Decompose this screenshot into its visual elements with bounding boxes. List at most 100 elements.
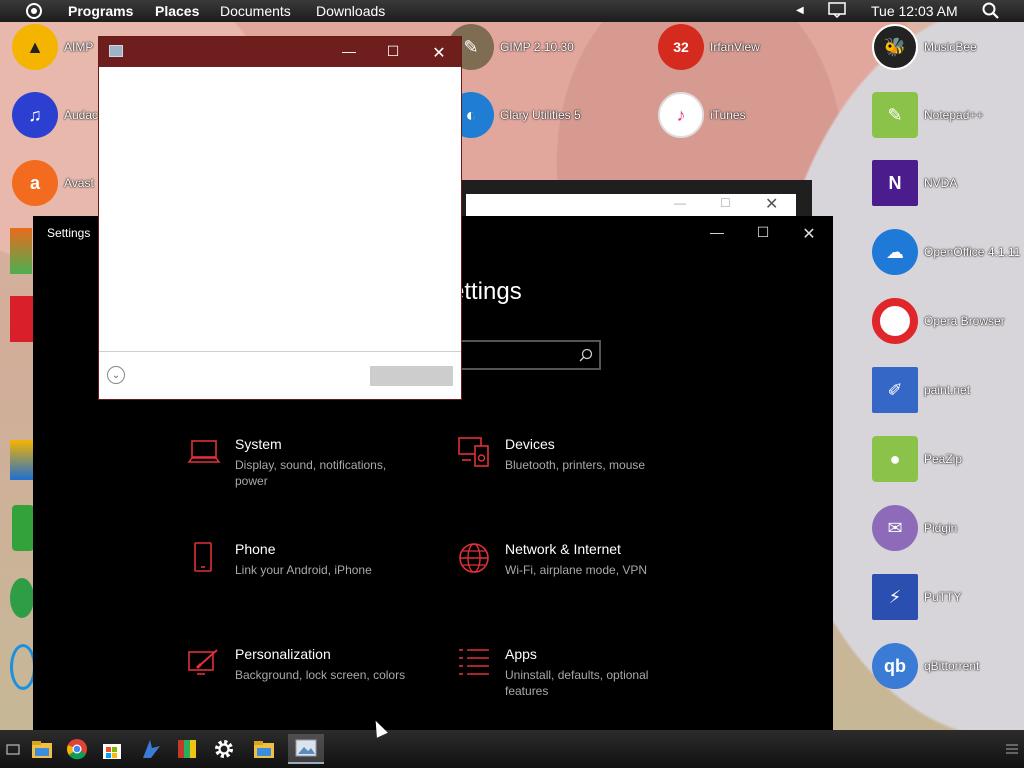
desktop-icon-putty[interactable]: ⚡ PuTTY — [872, 574, 961, 620]
laptop-icon — [187, 436, 221, 470]
desktop-icon-musicbee[interactable]: 🐝 MusicBee — [872, 24, 977, 70]
taskbar — [0, 730, 1024, 768]
devices-icon — [457, 436, 491, 470]
apps-list-icon — [457, 646, 491, 680]
partial-icon — [10, 228, 32, 274]
bird-app-icon[interactable] — [135, 734, 167, 764]
desktop-icon-glary[interactable]: ◐ Glary Utilities 5 — [448, 92, 581, 138]
category-title: Apps — [505, 646, 537, 662]
audacity-icon: ♫ — [12, 92, 58, 138]
maximize-icon[interactable]: ☐ — [381, 43, 405, 60]
close-icon[interactable]: ✕ — [765, 194, 778, 214]
settings-window-title: Settings — [47, 226, 91, 240]
menu-lines-icon[interactable] — [996, 734, 1024, 764]
chrome-icon[interactable] — [61, 734, 93, 764]
category-subtitle: Wi-Fi, airplane mode, VPN — [505, 563, 648, 577]
background-window-content — [466, 194, 796, 216]
category-subtitle: Uninstall, defaults, optional features — [505, 668, 649, 698]
expand-chevron-icon[interactable]: ⌄ — [107, 366, 125, 384]
category-subtitle: Display, sound, notifications, power — [235, 458, 387, 488]
desktop-icon-irfanview[interactable]: 32 IrfanView — [658, 24, 760, 70]
desktop-icon-paintnet[interactable]: ✐ paint.net — [872, 367, 970, 413]
partial-icon — [10, 440, 34, 480]
category-subtitle: Background, lock screen, colors — [235, 668, 406, 682]
aimp-icon: ▲ — [12, 24, 58, 70]
file-manager-icon[interactable] — [26, 734, 58, 764]
partial-icon — [12, 505, 34, 551]
desktop-icon-audacity[interactable]: ♫ Audac — [12, 92, 98, 138]
menu-documents[interactable]: Documents — [220, 3, 291, 19]
menu-downloads[interactable]: Downloads — [316, 3, 385, 19]
minimize-icon[interactable]: — — [674, 196, 686, 210]
itunes-icon: ♪ — [658, 92, 704, 138]
putty-icon: ⚡ — [872, 574, 918, 620]
pidgin-icon: ✉ — [872, 505, 918, 551]
close-icon[interactable]: ✕ — [427, 43, 451, 63]
paintnet-icon: ✐ — [872, 367, 918, 413]
openoffice-icon: ☁ — [872, 229, 918, 275]
tray-arrow-icon[interactable]: ◀ — [796, 5, 804, 16]
category-devices[interactable]: Devices Bluetooth, printers, mouse — [457, 436, 680, 473]
musicbee-icon: 🐝 — [872, 24, 918, 70]
category-system[interactable]: System Display, sound, notifications, po… — [187, 436, 410, 489]
dialog-disabled-button[interactable] — [370, 366, 453, 386]
desktop-icon-gimp[interactable]: ✎ GIMP 2.10.30 — [448, 24, 574, 70]
paintbrush-icon — [187, 646, 221, 680]
menu-logo-icon[interactable] — [26, 3, 42, 19]
avast-icon: a — [12, 160, 58, 206]
category-network[interactable]: Network & Internet Wi-Fi, airplane mode,… — [457, 541, 680, 578]
maximize-icon[interactable]: ☐ — [720, 196, 731, 210]
desktop-icon-pidgin[interactable]: ✉ Pidgin — [872, 505, 957, 551]
minimize-icon[interactable]: — — [705, 224, 729, 240]
desktop-icon-nvda[interactable]: N NVDA — [872, 160, 957, 206]
phone-icon — [187, 541, 221, 575]
irfanview-icon: 32 — [658, 24, 704, 70]
top-panel: Programs Places Documents Downloads ◀ Tu… — [0, 0, 1024, 22]
category-title: System — [235, 436, 282, 452]
search-icon[interactable] — [982, 2, 1000, 23]
desktop-icon-opera[interactable]: Opera Browser — [872, 298, 1005, 344]
dialog-titlebar[interactable]: — ☐ ✕ — [99, 37, 461, 67]
partial-icon — [10, 296, 34, 342]
category-subtitle: Bluetooth, printers, mouse — [505, 458, 646, 472]
desktop-icon-itunes[interactable]: ♪ iTunes — [658, 92, 746, 138]
search-icon[interactable] — [579, 348, 593, 367]
image-viewer-icon[interactable] — [288, 734, 324, 764]
desktop-icon-avast[interactable]: a Avast — [12, 160, 94, 206]
desktop-icon-aimp[interactable]: ▲ AIMP — [12, 24, 93, 70]
category-subtitle: Link your Android, iPhone — [235, 563, 372, 577]
desktop-icon-notepadpp[interactable]: ✎ Notepad++ — [872, 92, 983, 138]
menu-places[interactable]: Places — [155, 3, 199, 19]
category-apps[interactable]: Apps Uninstall, defaults, optional featu… — [457, 646, 680, 699]
partial-icon — [10, 578, 34, 618]
category-personalization[interactable]: Personalization Background, lock screen,… — [187, 646, 410, 683]
folder-icon[interactable] — [248, 734, 280, 764]
settings-search-box[interactable] — [451, 340, 601, 370]
notification-icon[interactable] — [828, 2, 846, 21]
peazip-icon: ● — [872, 436, 918, 482]
close-icon[interactable]: ✕ — [797, 224, 821, 244]
category-phone[interactable]: Phone Link your Android, iPhone — [187, 541, 410, 578]
category-title: Network & Internet — [505, 541, 621, 557]
image-app-icon — [109, 45, 123, 57]
menu-programs[interactable]: Programs — [68, 3, 133, 19]
settings-gear-icon[interactable] — [208, 734, 240, 764]
clock[interactable]: Tue 12:03 AM — [871, 3, 958, 19]
minimize-icon[interactable]: — — [337, 43, 361, 59]
dialog-window[interactable]: — ☐ ✕ ⌄ — [98, 36, 462, 400]
archive-icon[interactable] — [171, 734, 203, 764]
desktop-icon-openoffice[interactable]: ☁ OpenOffice 4.1.11 — [872, 229, 1020, 275]
show-desktop-icon[interactable] — [0, 734, 26, 764]
store-icon[interactable] — [96, 734, 128, 764]
desktop-icon-peazip[interactable]: ● PeaZip — [872, 436, 962, 482]
qbittorrent-icon: qb — [872, 643, 918, 689]
opera-icon — [872, 298, 918, 344]
maximize-icon[interactable]: ☐ — [751, 224, 775, 241]
category-title: Phone — [235, 541, 276, 557]
globe-icon — [457, 541, 491, 575]
desktop-icon-qbittorrent[interactable]: qb qBittorrent — [872, 643, 979, 689]
notepadpp-icon: ✎ — [872, 92, 918, 138]
settings-search-input[interactable] — [453, 342, 599, 368]
category-title: Devices — [505, 436, 555, 452]
background-window[interactable]: — ☐ ✕ — [462, 180, 812, 220]
